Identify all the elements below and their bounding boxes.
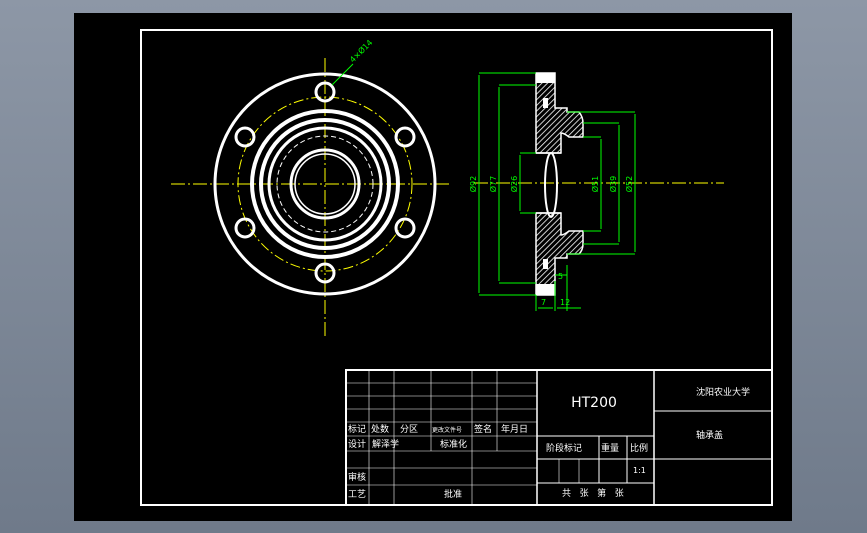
dim-label-d2: Ø77 bbox=[488, 176, 498, 192]
header-count: 处数 bbox=[371, 423, 389, 435]
dim-label-d3: Ø26 bbox=[509, 176, 519, 192]
header-zone: 分区 bbox=[400, 424, 418, 435]
craft-label: 工艺 bbox=[348, 489, 366, 500]
design-label: 设计 bbox=[348, 438, 366, 450]
header-mark: 标记 bbox=[348, 423, 366, 435]
weight-label: 重量 bbox=[601, 442, 619, 454]
bolt-hole bbox=[234, 126, 256, 148]
seal-groove-top bbox=[543, 98, 548, 108]
header-sign: 签名 bbox=[474, 423, 492, 435]
dim-label-t3: 12 bbox=[560, 298, 570, 307]
seal-groove-bottom bbox=[543, 259, 548, 269]
header-date: 年月日 bbox=[501, 423, 528, 435]
header-change: 更改文件号 bbox=[432, 426, 462, 434]
scale-value: 1:1 bbox=[633, 466, 646, 475]
hole-dimension-label: 4×Ø14 bbox=[347, 37, 374, 64]
cad-drawing: 4×Ø14 Ø92 Ø77 Ø26 Ø51 Ø39 Ø52 5 7 12 HT2… bbox=[140, 29, 773, 506]
dim-label-d5: Ø39 bbox=[608, 176, 618, 192]
standardization-label: 标准化 bbox=[440, 438, 467, 450]
flange-band-top bbox=[536, 73, 555, 83]
dim-label-t1: 5 bbox=[558, 272, 563, 281]
part-name: 轴承盖 bbox=[696, 429, 723, 441]
dim-label-d1: Ø92 bbox=[468, 176, 478, 192]
scale-label: 比例 bbox=[630, 442, 648, 454]
dim-label-t2: 7 bbox=[541, 298, 546, 307]
bore-ellipse bbox=[544, 152, 558, 218]
flange-band-bottom bbox=[536, 284, 555, 295]
bolt-hole bbox=[394, 126, 416, 148]
material-label: HT200 bbox=[571, 395, 617, 411]
bolt-hole bbox=[394, 217, 416, 239]
approve-label: 批准 bbox=[444, 488, 462, 500]
bolt-hole bbox=[234, 217, 256, 239]
review-label: 审核 bbox=[348, 471, 366, 483]
section-body-top bbox=[535, 72, 584, 154]
dim-label-d6: Ø52 bbox=[624, 176, 634, 192]
designer-name: 解泽学 bbox=[372, 438, 399, 450]
university-name: 沈阳农业大学 bbox=[696, 386, 750, 398]
stage-mark-label: 阶段标记 bbox=[546, 442, 582, 454]
drawing-sheet: 4×Ø14 Ø92 Ø77 Ø26 Ø51 Ø39 Ø52 5 7 12 HT2… bbox=[74, 13, 792, 521]
front-view: 4×Ø14 bbox=[171, 37, 449, 338]
sheets-label: 共 张 第 张 bbox=[562, 487, 624, 499]
dim-label-d4: Ø51 bbox=[590, 176, 600, 192]
section-view: Ø92 Ø77 Ø26 Ø51 Ø39 Ø52 5 7 12 bbox=[468, 72, 724, 311]
